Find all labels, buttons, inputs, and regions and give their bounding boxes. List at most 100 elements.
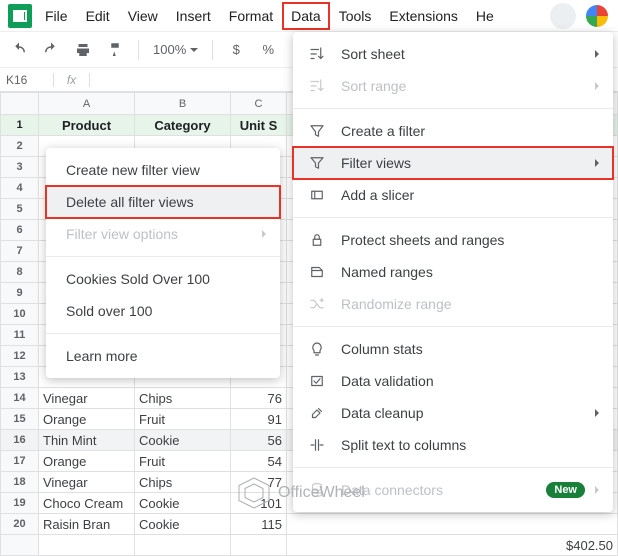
row-header[interactable]: 7 (1, 241, 39, 262)
col-header-c[interactable]: C (231, 93, 287, 115)
paint-format-button[interactable] (102, 37, 128, 63)
cell[interactable]: 54 (231, 451, 287, 472)
cell[interactable]: Thin Mint (39, 430, 135, 451)
menu-item-named-ranges[interactable]: Named ranges (293, 256, 613, 288)
menu-format[interactable]: Format (220, 2, 282, 30)
row-header[interactable]: 12 (1, 346, 39, 367)
cell[interactable]: 76 (231, 388, 287, 409)
menu-data[interactable]: Data (282, 2, 330, 30)
cell[interactable]: 56 (231, 430, 287, 451)
menu-item-label: Data validation (341, 373, 434, 389)
google-logo-icon[interactable] (586, 5, 608, 27)
row-header[interactable]: 13 (1, 367, 39, 388)
cell[interactable] (231, 535, 287, 556)
row-header[interactable]: 1 (1, 115, 39, 136)
cell[interactable]: 77 (231, 472, 287, 493)
cell[interactable]: Vinegar (39, 388, 135, 409)
cell[interactable]: 115 (231, 514, 287, 535)
name-box[interactable]: K16 (0, 73, 54, 87)
row-header[interactable]: 15 (1, 409, 39, 430)
select-all-corner[interactable] (1, 93, 39, 115)
cell[interactable]: Fruit (135, 451, 231, 472)
menu-extensions[interactable]: Extensions (380, 2, 466, 30)
row-header[interactable]: 16 (1, 430, 39, 451)
menu-item-split-text-to-columns[interactable]: Split text to columns (293, 429, 613, 461)
menu-item-label: Column stats (341, 341, 423, 357)
menu-view[interactable]: View (119, 2, 167, 30)
menu-item-label: Sold over 100 (66, 303, 152, 319)
zoom-dropdown[interactable]: 100% (149, 42, 202, 57)
cell[interactable]: $402.50 (287, 535, 618, 556)
cell[interactable]: Unit S (231, 115, 287, 136)
row-header[interactable]: 20 (1, 514, 39, 535)
cell[interactable] (135, 535, 231, 556)
percent-button[interactable]: % (255, 37, 281, 63)
undo-button[interactable] (6, 37, 32, 63)
cell[interactable]: Raisin Bran (39, 514, 135, 535)
row-header[interactable]: 14 (1, 388, 39, 409)
submenu-item-learn-more[interactable]: Learn more (46, 340, 280, 372)
cell[interactable] (287, 514, 618, 535)
menu-item-label: Add a slicer (341, 187, 414, 203)
menu-item-create-a-filter[interactable]: Create a filter (293, 115, 613, 147)
table-row: $402.50 (1, 535, 618, 556)
cell[interactable]: Choco Cream (39, 493, 135, 514)
row-header[interactable]: 10 (1, 304, 39, 325)
account-avatar-icon[interactable] (550, 3, 576, 29)
print-button[interactable] (70, 37, 96, 63)
menu-item-data-cleanup[interactable]: Data cleanup (293, 397, 613, 429)
cell[interactable]: Category (135, 115, 231, 136)
menu-item-add-a-slicer[interactable]: Add a slicer (293, 179, 613, 211)
menu-file[interactable]: File (36, 2, 77, 30)
row-header[interactable]: 11 (1, 325, 39, 346)
row-header[interactable]: 8 (1, 262, 39, 283)
menu-item-data-validation[interactable]: Data validation (293, 365, 613, 397)
cell[interactable]: Chips (135, 472, 231, 493)
row-header[interactable]: 3 (1, 157, 39, 178)
row-header[interactable]: 2 (1, 136, 39, 157)
row-header[interactable]: 5 (1, 199, 39, 220)
menu-item-label: Split text to columns (341, 437, 466, 453)
menu-item-sort-sheet[interactable]: Sort sheet (293, 38, 613, 70)
menu-item-label: Named ranges (341, 264, 433, 280)
cell[interactable]: Vinegar (39, 472, 135, 493)
menu-insert[interactable]: Insert (167, 2, 220, 30)
cell[interactable]: Fruit (135, 409, 231, 430)
submenu-item-sold-over-100[interactable]: Sold over 100 (46, 295, 280, 327)
currency-button[interactable]: $ (223, 37, 249, 63)
row-header[interactable]: 4 (1, 178, 39, 199)
row-header[interactable]: 6 (1, 220, 39, 241)
cell[interactable] (39, 535, 135, 556)
menu-tools[interactable]: Tools (330, 2, 381, 30)
cell[interactable]: Chips (135, 388, 231, 409)
cell[interactable]: Cookie (135, 430, 231, 451)
row-header[interactable]: 19 (1, 493, 39, 514)
col-header-a[interactable]: A (39, 93, 135, 115)
submenu-item-delete-all-filter-views[interactable]: Delete all filter views (46, 186, 280, 218)
menu-item-label: Protect sheets and ranges (341, 232, 504, 248)
cell[interactable]: Orange (39, 409, 135, 430)
cell[interactable]: Product (39, 115, 135, 136)
redo-button[interactable] (38, 37, 64, 63)
row-header[interactable] (1, 535, 39, 556)
row-header[interactable]: 17 (1, 451, 39, 472)
cell[interactable]: 101 (231, 493, 287, 514)
check-icon (307, 371, 327, 391)
cell[interactable]: Cookie (135, 514, 231, 535)
row-header[interactable]: 9 (1, 283, 39, 304)
cell[interactable]: 91 (231, 409, 287, 430)
col-header-b[interactable]: B (135, 93, 231, 115)
menu-item-label: Delete all filter views (66, 194, 194, 210)
menu-item-filter-views[interactable]: Filter views (293, 147, 613, 179)
cell[interactable]: Orange (39, 451, 135, 472)
menu-help[interactable]: He (467, 2, 503, 30)
menu-item-protect-sheets-and-ranges[interactable]: Protect sheets and ranges (293, 224, 613, 256)
row-header[interactable]: 18 (1, 472, 39, 493)
submenu-item-create-new-filter-view[interactable]: Create new filter view (46, 154, 280, 186)
submenu-arrow-icon (595, 159, 603, 167)
submenu-item-cookies-sold-over-100[interactable]: Cookies Sold Over 100 (46, 263, 280, 295)
menu-item-column-stats[interactable]: Column stats (293, 333, 613, 365)
cell[interactable]: Cookie (135, 493, 231, 514)
lock-icon (307, 230, 327, 250)
menu-edit[interactable]: Edit (77, 2, 119, 30)
